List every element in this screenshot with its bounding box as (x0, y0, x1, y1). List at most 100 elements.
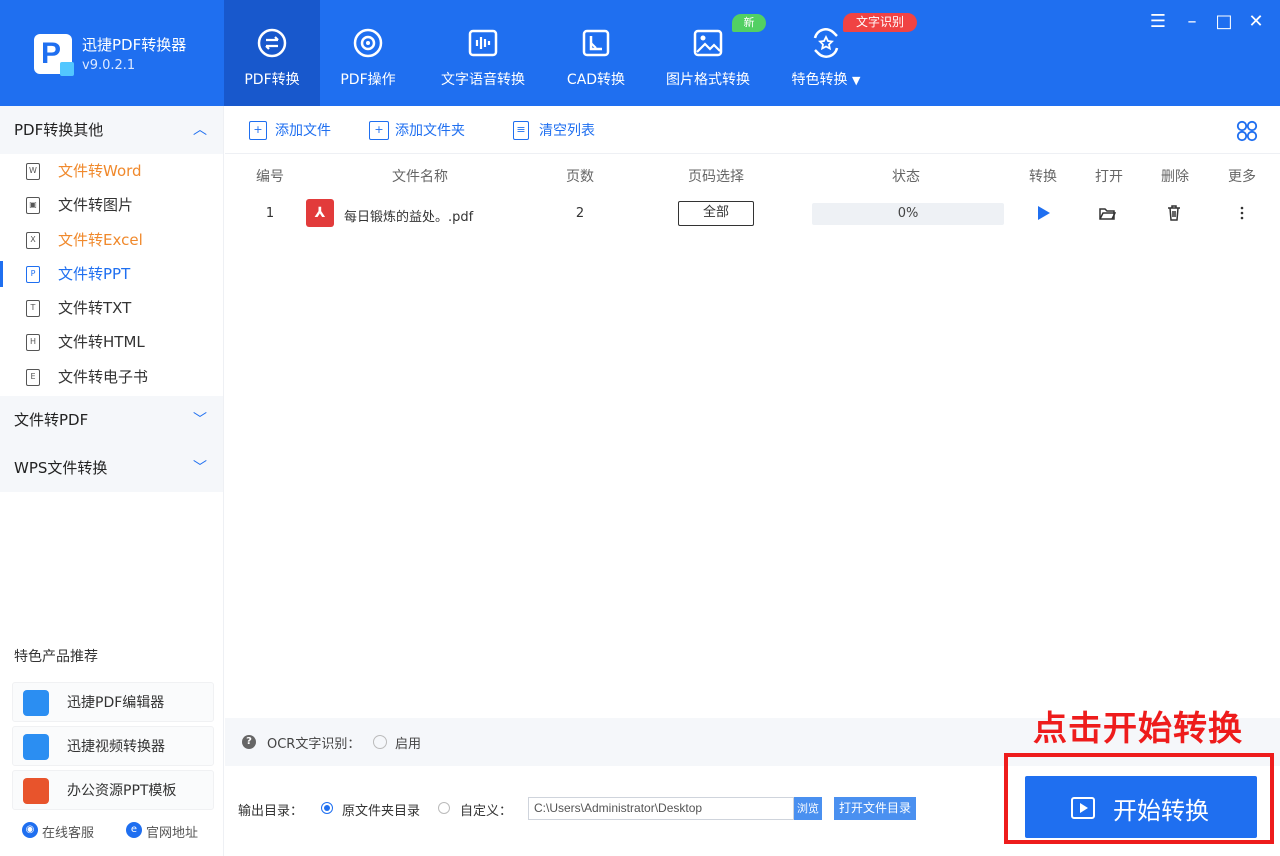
cad-icon (582, 29, 610, 57)
col-index-header: 编号 (256, 169, 284, 185)
sidebar-item-excel[interactable]: X 文件转Excel (0, 223, 223, 257)
recommend-video-converter[interactable]: 迅捷视频转换器 (12, 726, 214, 766)
play-icon[interactable] (1034, 204, 1052, 222)
ocr-enable-label: 启用 (395, 737, 422, 752)
pdf-convert-icon (257, 28, 287, 58)
trash-icon: ≡ (513, 121, 529, 140)
support-icon: ◉ (22, 822, 38, 838)
open-directory-button[interactable]: 打开文件目录 (834, 797, 916, 820)
tab-label: PDF转换 (244, 72, 300, 88)
progress-text: 0% (897, 206, 919, 221)
tab-label: 文字语音转换 (441, 72, 525, 88)
website-icon: e (126, 822, 142, 838)
col-more-header: 更多 (1228, 169, 1256, 185)
sidebar-item-label: 文件转电子书 (58, 367, 149, 386)
app-version: v9.0.2.1 (82, 58, 136, 73)
chevron-down-icon: ﹀ (193, 460, 207, 477)
minimize-icon[interactable]: – (1180, 10, 1204, 34)
sidebar: PDF转换其他 ︿ W 文件转Word ▣ 文件转图片 X 文件转Excel P 文件转… (0, 106, 224, 856)
col-status-header: 状态 (892, 169, 920, 185)
ocr-badge: 文字识别 (843, 13, 917, 32)
start-convert-button[interactable]: 开始转换 (1025, 776, 1257, 838)
ppt-template-icon (23, 778, 49, 804)
website-link[interactable]: e 官网地址 (126, 822, 198, 841)
menu-icon[interactable]: ☰ (1146, 10, 1170, 34)
help-icon[interactable]: ? (242, 735, 256, 749)
chevron-up-icon: ︿ (193, 122, 207, 138)
recommend-pdf-editor[interactable]: 迅捷PDF编辑器 (12, 682, 214, 722)
maximize-icon[interactable]: □ (1212, 10, 1236, 34)
section-file-to-pdf[interactable]: 文件转PDF ﹀ (0, 396, 223, 445)
pdf-operate-icon (353, 28, 383, 58)
website-label: 官网地址 (146, 826, 199, 841)
section-pdf-to-other[interactable]: PDF转换其他 ︿ (0, 106, 223, 154)
tab-label-text: 特色转换 (791, 72, 848, 88)
add-folder-icon: + (369, 121, 389, 140)
tab-special[interactable]: 特色转换 ▼ 文字识别 (776, 0, 917, 106)
file-word-icon: W (26, 163, 40, 180)
section-label: 文件转PDF (14, 411, 89, 430)
recommend-label: 迅捷视频转换器 (67, 739, 165, 755)
annotation-text: 点击开始转换 (1033, 709, 1243, 749)
sidebar-item-label: 文件转Excel (58, 230, 143, 249)
sidebar-item-label: 文件转图片 (58, 196, 134, 215)
more-icon[interactable] (1233, 204, 1251, 222)
sidebar-item-label: 文件转HTML (58, 333, 145, 352)
output-path-input[interactable]: C:\Users\Administrator\Desktop (528, 797, 794, 820)
sidebar-item-word[interactable]: W 文件转Word (0, 154, 223, 188)
video-converter-icon (23, 734, 49, 760)
custom-folder-label: 自定义： (460, 804, 513, 819)
dropdown-arrow-icon[interactable]: ▼ (852, 74, 860, 87)
tab-text-voice[interactable]: 文字语音转换 (424, 0, 542, 106)
tab-pdf-operate[interactable]: PDF操作 (320, 0, 416, 106)
file-ebook-icon: E (26, 368, 40, 386)
start-convert-label: 开始转换 (1113, 797, 1209, 825)
sidebar-item-label: 文件转PPT (58, 264, 131, 283)
image-icon (693, 29, 723, 57)
play-icon (1071, 797, 1095, 819)
row-pages: 2 (575, 206, 585, 221)
support-label: 在线客服 (42, 826, 95, 841)
recommend-ppt-template[interactable]: 办公资源PPT模板 (12, 770, 214, 810)
ocr-enable-checkbox[interactable] (373, 735, 387, 749)
row-filename: 每日锻炼的益处。.pdf (344, 210, 474, 225)
app-logo: P (34, 34, 74, 76)
sidebar-item-label: 文件转Word (58, 162, 142, 180)
progress-bar: 0% (812, 203, 1004, 225)
browse-button[interactable]: 浏览 (794, 797, 822, 820)
grid-view-icon[interactable] (1236, 120, 1258, 142)
sidebar-item-txt[interactable]: T 文件转TXT (0, 291, 223, 325)
section-wps[interactable]: WPS文件转换 ﹀ (0, 444, 223, 493)
page-select-button[interactable]: 全部 (678, 201, 754, 226)
open-folder-icon[interactable] (1098, 204, 1116, 222)
source-folder-radio[interactable] (321, 802, 333, 814)
tab-cad[interactable]: CAD转换 (550, 0, 642, 106)
section-label: PDF转换其他 (14, 121, 104, 139)
trash-icon[interactable] (1165, 204, 1183, 222)
sidebar-item-html[interactable]: H 文件转HTML (0, 325, 223, 359)
tab-label: PDF操作 (340, 72, 396, 88)
section-label: WPS文件转换 (14, 459, 108, 478)
tab-pdf-convert[interactable]: PDF转换 (224, 0, 320, 106)
tab-image-format[interactable]: 图片格式转换 新 (652, 0, 766, 106)
tab-label: 特色转换 ▼ (776, 69, 876, 89)
clear-list-button[interactable]: ≡ 清空列表 (513, 120, 595, 142)
file-html-icon: H (26, 334, 40, 352)
add-file-icon: + (249, 121, 267, 140)
file-ppt-icon: P (26, 265, 40, 283)
close-icon[interactable]: ✕ (1244, 10, 1268, 34)
online-support-link[interactable]: ◉ 在线客服 (22, 822, 94, 841)
file-excel-icon: X (26, 231, 40, 249)
special-icon (813, 28, 839, 58)
app-name: 迅捷PDF转换器 (82, 36, 187, 54)
sidebar-item-image[interactable]: ▣ 文件转图片 (0, 188, 223, 222)
custom-folder-radio[interactable] (438, 802, 450, 814)
add-folder-button[interactable]: + 添加文件夹 (369, 120, 465, 142)
recommend-label: 办公资源PPT模板 (67, 783, 177, 799)
add-file-label: 添加文件 (275, 123, 331, 139)
sidebar-item-ppt[interactable]: P 文件转PPT (0, 256, 223, 292)
title-bar: P 迅捷PDF转换器 v9.0.2.1 PDF转换 PDF操作 文字语音转换 C… (0, 0, 1280, 106)
pdf-editor-icon (23, 690, 49, 716)
add-file-button[interactable]: + 添加文件 (249, 120, 331, 142)
sidebar-item-ebook[interactable]: E 文件转电子书 (0, 360, 223, 394)
